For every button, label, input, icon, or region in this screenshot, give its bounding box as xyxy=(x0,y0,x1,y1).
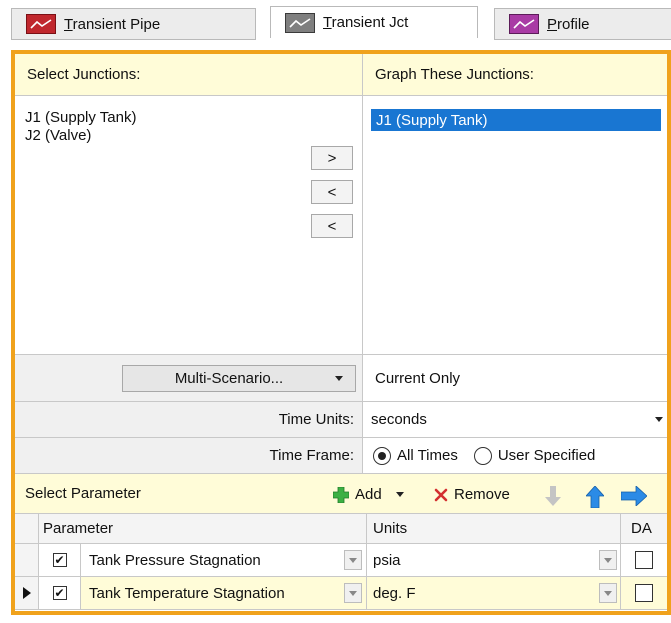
export-button[interactable] xyxy=(621,486,647,506)
parameter-dropdown-button[interactable] xyxy=(344,583,362,603)
select-parameter-label: Select Parameter xyxy=(25,485,141,502)
radio-all-times-label[interactable]: All Times xyxy=(397,447,458,464)
move-all-left-button[interactable]: < xyxy=(311,214,353,238)
units-dropdown-button[interactable] xyxy=(599,583,617,603)
tab-transient-jct[interactable]: Transient Jct xyxy=(270,6,478,38)
chart-line-icon xyxy=(509,14,539,34)
time-units-label: Time Units: xyxy=(278,411,354,428)
tab-label: Profile xyxy=(547,15,590,33)
multi-scenario-button[interactable]: Multi-Scenario... xyxy=(122,365,356,392)
select-junctions-label: Select Junctions: xyxy=(27,66,141,83)
row-pointer-icon xyxy=(22,587,31,599)
chevron-down-icon[interactable] xyxy=(655,417,663,422)
column-header-units[interactable]: Units xyxy=(367,514,621,544)
close-icon xyxy=(434,488,448,501)
units-cell[interactable]: deg. F xyxy=(367,577,621,610)
add-label: Add xyxy=(355,486,382,503)
chart-line-icon xyxy=(26,14,56,34)
da-checkbox[interactable] xyxy=(635,584,653,602)
junction-graph-panel: Select Junctions: Graph These Junctions:… xyxy=(11,50,671,615)
units-value: deg. F xyxy=(373,584,416,602)
row-header[interactable] xyxy=(15,544,39,577)
select-junctions-header: Select Junctions: xyxy=(15,54,363,96)
parameter-value: Tank Pressure Stagnation xyxy=(89,551,261,569)
row-header-current[interactable] xyxy=(15,577,39,610)
arrow-up-icon xyxy=(586,486,604,508)
scenario-value: Current Only xyxy=(375,369,461,387)
parameter-cell[interactable]: Tank Pressure Stagnation xyxy=(81,544,367,577)
column-header-da[interactable]: DA xyxy=(621,514,667,544)
tab-label: Transient Jct xyxy=(323,14,409,31)
column-header-label: Parameter xyxy=(43,520,114,537)
units-dropdown-button[interactable] xyxy=(599,550,617,570)
row-checkbox[interactable]: ✔ xyxy=(52,586,67,600)
time-units-value: seconds xyxy=(371,411,427,428)
parameter-value: Tank Temperature Stagnation xyxy=(89,584,285,602)
list-item[interactable]: J1 (Supply Tank) xyxy=(25,109,136,127)
chevron-down-icon xyxy=(604,557,612,563)
graph-junctions-label: Graph These Junctions: xyxy=(375,66,534,83)
time-units-label-cell: Time Units: xyxy=(15,402,363,438)
list-item-selected[interactable]: J1 (Supply Tank) xyxy=(371,109,661,131)
remove-label: Remove xyxy=(454,486,510,503)
da-cell xyxy=(621,577,667,610)
scenario-value-cell: Current Only xyxy=(363,354,667,402)
list-item[interactable]: J2 (Valve) xyxy=(25,127,91,145)
units-value: psia xyxy=(373,551,401,569)
radio-selected-dot xyxy=(378,451,386,460)
arrow-down-icon xyxy=(545,486,561,506)
time-units-select[interactable]: seconds xyxy=(363,402,667,438)
add-button[interactable]: Add xyxy=(333,486,404,503)
column-header-label: DA xyxy=(631,520,652,537)
chevron-down-icon[interactable] xyxy=(395,492,404,497)
radio-all-times[interactable] xyxy=(373,446,391,465)
row-checkbox-cell: ✔ xyxy=(39,544,81,577)
row-checkbox[interactable]: ✔ xyxy=(52,553,67,567)
plus-icon xyxy=(333,486,349,503)
time-frame-label: Time Frame: xyxy=(269,447,354,464)
radio-user-specified-label[interactable]: User Specified xyxy=(498,447,596,464)
selected-junctions-list[interactable] xyxy=(363,96,667,354)
chart-line-icon xyxy=(285,12,315,33)
tab-profile[interactable]: Profile xyxy=(494,8,671,40)
move-up-button[interactable] xyxy=(586,486,604,508)
graph-junctions-header: Graph These Junctions: xyxy=(363,54,667,96)
arrow-right-icon xyxy=(621,486,647,506)
chevron-down-icon xyxy=(349,590,357,596)
parameter-cell[interactable]: Tank Temperature Stagnation xyxy=(81,577,367,610)
da-cell xyxy=(621,544,667,577)
multi-scenario-label: Multi-Scenario... xyxy=(174,370,284,387)
time-frame-label-cell: Time Frame: xyxy=(15,438,363,474)
column-header-label: Units xyxy=(373,520,408,537)
tab-label: Transient Pipe xyxy=(64,15,161,33)
tab-transient-pipe[interactable]: Transient Pipe xyxy=(11,8,256,40)
remove-button[interactable]: Remove xyxy=(434,486,510,503)
chevron-down-icon xyxy=(604,590,612,596)
grid-row-header-corner xyxy=(15,514,39,544)
units-cell[interactable]: psia xyxy=(367,544,621,577)
move-down-button[interactable] xyxy=(545,486,561,506)
move-right-button[interactable]: > xyxy=(311,146,353,170)
move-left-button[interactable]: < xyxy=(311,180,353,204)
time-frame-options: All Times User Specified xyxy=(363,438,667,474)
chevron-down-icon xyxy=(335,376,343,381)
row-checkbox-cell: ✔ xyxy=(39,577,81,610)
parameter-dropdown-button[interactable] xyxy=(344,550,362,570)
column-header-parameter[interactable]: Parameter xyxy=(39,514,367,544)
chevron-down-icon xyxy=(349,557,357,563)
da-checkbox[interactable] xyxy=(635,551,653,569)
radio-user-specified[interactable] xyxy=(473,446,492,465)
